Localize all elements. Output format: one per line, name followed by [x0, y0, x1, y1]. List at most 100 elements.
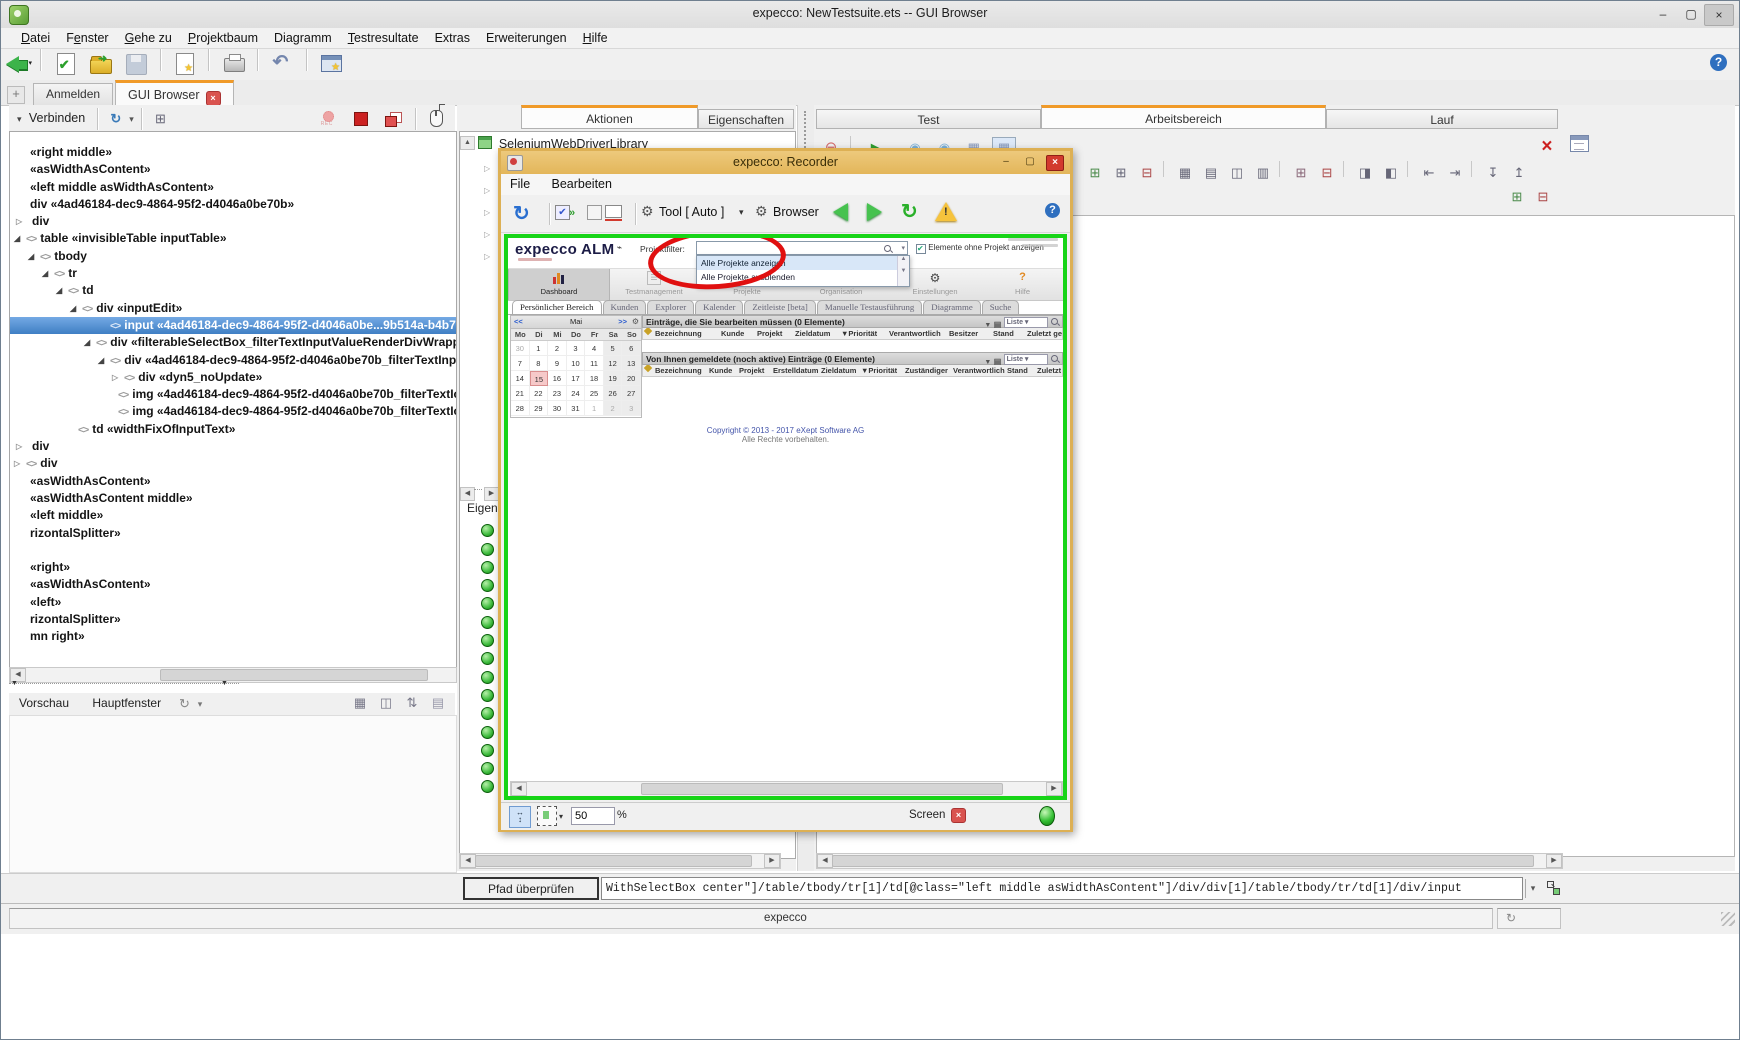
tree-row[interactable]: ◢<>td: [10, 282, 456, 299]
alm-tab[interactable]: Persönlicher Bereich: [512, 300, 602, 314]
tree-row[interactable]: mn right»: [10, 628, 456, 645]
calendar-cell[interactable]: 1: [585, 401, 604, 416]
calendar-cell[interactable]: 8: [530, 356, 549, 371]
recorder-menu-file[interactable]: File: [501, 174, 539, 191]
alm-tab[interactable]: Manuelle Testausführung: [817, 300, 922, 314]
tab-hauptfenster[interactable]: Hauptfenster: [82, 693, 171, 713]
alm-tab[interactable]: Diagramme: [923, 300, 981, 314]
toolbar-icon[interactable]: ⊞: [1110, 163, 1132, 183]
calendar-cell[interactable]: 7: [511, 356, 530, 371]
refresh-dropdown-icon[interactable]: ▾: [129, 114, 134, 124]
calendar-cell[interactable]: 4: [585, 341, 604, 356]
tree-row[interactable]: «asWidthAsContent middle»: [10, 490, 456, 507]
calendar-cell[interactable]: 19: [604, 371, 623, 386]
print-icon[interactable]: [221, 51, 247, 77]
column-header[interactable]: Bezeichnung: [655, 365, 709, 377]
calendar-cell[interactable]: 31: [567, 401, 586, 416]
toolbar-icon[interactable]: ▤: [1200, 163, 1222, 183]
calendar-cell[interactable]: 1: [530, 341, 549, 356]
mid-scroll-left[interactable]: ◀: [460, 487, 475, 501]
calendar-cell[interactable]: 16: [548, 371, 567, 386]
nav-hilfe[interactable]: ? Hilfe: [982, 269, 1063, 300]
xpath-field[interactable]: WithSelectBox center"]/table/tbody/tr[1]…: [601, 877, 1523, 900]
column-header[interactable]: Stand: [993, 328, 1027, 340]
tab-close-icon[interactable]: ×: [206, 91, 221, 106]
tab-anmelden[interactable]: Anmelden: [33, 83, 113, 105]
maximize-button[interactable]: ▢: [1677, 4, 1705, 24]
calendar-cell[interactable]: 9: [548, 356, 567, 371]
toolbar-icon[interactable]: ⊟: [1136, 163, 1158, 183]
toolbar-icon[interactable]: ⊟: [1316, 163, 1338, 183]
column-header[interactable]: Besitzer: [949, 328, 993, 340]
toolbar-icon[interactable]: ◨: [1354, 163, 1376, 183]
recorder-menu-bearbeiten[interactable]: Bearbeiten: [543, 174, 621, 191]
tree-row[interactable]: ◢<>table «invisibleTable inputTable»: [10, 230, 456, 247]
alm-tab[interactable]: Suche: [982, 300, 1020, 314]
calendar-cell[interactable]: 27: [622, 386, 641, 401]
record-checks-icon[interactable]: ✔: [555, 205, 570, 220]
toolbar-icon[interactable]: [1407, 161, 1413, 177]
toolbar-icon[interactable]: ⇥: [1444, 163, 1466, 183]
preview-toolbar-icon[interactable]: ◫: [375, 693, 397, 713]
toolbar-icon[interactable]: [1471, 161, 1477, 177]
menu-item[interactable]: Diagramm: [266, 28, 340, 45]
toolbar-icon[interactable]: [1279, 161, 1285, 177]
zoom-mode-icon[interactable]: [537, 806, 557, 826]
menu-item[interactable]: Testresultate: [340, 28, 427, 45]
tree-row[interactable]: ◢<>div «inputEdit»: [10, 300, 456, 317]
calendar-cell[interactable]: 3: [622, 401, 641, 416]
tree-row[interactable]: ◢<>tr: [10, 265, 456, 282]
nav-forward-icon[interactable]: [867, 203, 882, 221]
record-icon[interactable]: REC: [319, 110, 337, 128]
toolbar-icon[interactable]: ⊞: [1290, 163, 1312, 183]
alm-tab[interactable]: Kunden: [603, 300, 647, 314]
calendar-cell[interactable]: 3: [567, 341, 586, 356]
tool-dropdown-icon[interactable]: ▾: [739, 207, 744, 218]
tree-row[interactable]: ▷<>div «dyn5_noUpdate»: [10, 369, 456, 386]
screen-capture-icon[interactable]: ★: [318, 51, 344, 77]
toolbar-icon[interactable]: ◧: [1380, 163, 1402, 183]
preview-toolbar-icon[interactable]: ▤: [427, 693, 449, 713]
preview-toolbar-icon[interactable]: ⇅: [401, 693, 423, 713]
menu-item[interactable]: Extras: [427, 28, 478, 45]
tree-hscrollbar[interactable]: ◀: [9, 667, 457, 683]
zoom-level-input[interactable]: [571, 807, 615, 825]
column-header[interactable]: Bezeichnung: [655, 328, 721, 340]
nav-dashboard[interactable]: Dashboard: [508, 269, 610, 300]
calendar-icon[interactable]: [1570, 135, 1589, 152]
calendar-next-button[interactable]: >>: [618, 316, 627, 328]
calendar-cell[interactable]: 24: [567, 386, 586, 401]
tab-gui-browser[interactable]: GUI Browser×: [115, 80, 234, 108]
search-icon[interactable]: [883, 244, 893, 254]
windows-cascade-icon[interactable]: [385, 112, 401, 126]
toolbar-icon[interactable]: [1163, 161, 1169, 177]
recorder-maximize-button[interactable]: ▢: [1022, 155, 1038, 169]
undo-icon[interactable]: ↶: [269, 51, 295, 77]
save-icon[interactable]: [123, 51, 149, 77]
tab-eigenschaften[interactable]: Eigenschaften: [698, 109, 794, 129]
liste-select[interactable]: Liste ▾: [1004, 317, 1048, 328]
column-header[interactable]: Verantwortlich: [889, 328, 949, 340]
delete-icon[interactable]: ×: [1541, 136, 1552, 157]
tree-row[interactable]: ◢<>div «4ad46184-dec9-4864-95f2-d4046a0b…: [10, 352, 456, 369]
calendar-cell[interactable]: 30: [511, 341, 530, 356]
calendar-cell[interactable]: 2: [604, 401, 623, 416]
tab-test[interactable]: Test: [816, 109, 1041, 129]
toolbar-icon[interactable]: ↧: [1482, 163, 1504, 183]
dropdown-scrollbar[interactable]: ▲▼: [897, 256, 909, 286]
tree-row[interactable]: «left middle asWidthAsContent»: [10, 179, 456, 196]
middle-hscrollbar[interactable]: ◀ ▶: [459, 853, 781, 869]
calendar-cell[interactable]: 6: [622, 341, 641, 356]
open-icon[interactable]: ➜: [88, 51, 114, 77]
column-header[interactable]: Kunde: [709, 365, 739, 377]
tab-aktionen[interactable]: Aktionen: [521, 105, 698, 129]
alm-tab[interactable]: Kalender: [695, 300, 743, 314]
reload-page-icon[interactable]: ↻: [901, 199, 918, 224]
calendar-cell[interactable]: 21: [511, 386, 530, 401]
tree-row[interactable]: ◢<>div «filterableSelectBox_filterTextIn…: [10, 334, 456, 351]
pfad-ueberpruefen-button[interactable]: Pfad überprüfen: [463, 877, 599, 900]
checkbox-icon[interactable]: ✔: [916, 244, 926, 254]
pick-window-icon[interactable]: [605, 205, 622, 218]
calendar-cell[interactable]: 10: [567, 356, 586, 371]
calendar-cell[interactable]: 25: [585, 386, 604, 401]
